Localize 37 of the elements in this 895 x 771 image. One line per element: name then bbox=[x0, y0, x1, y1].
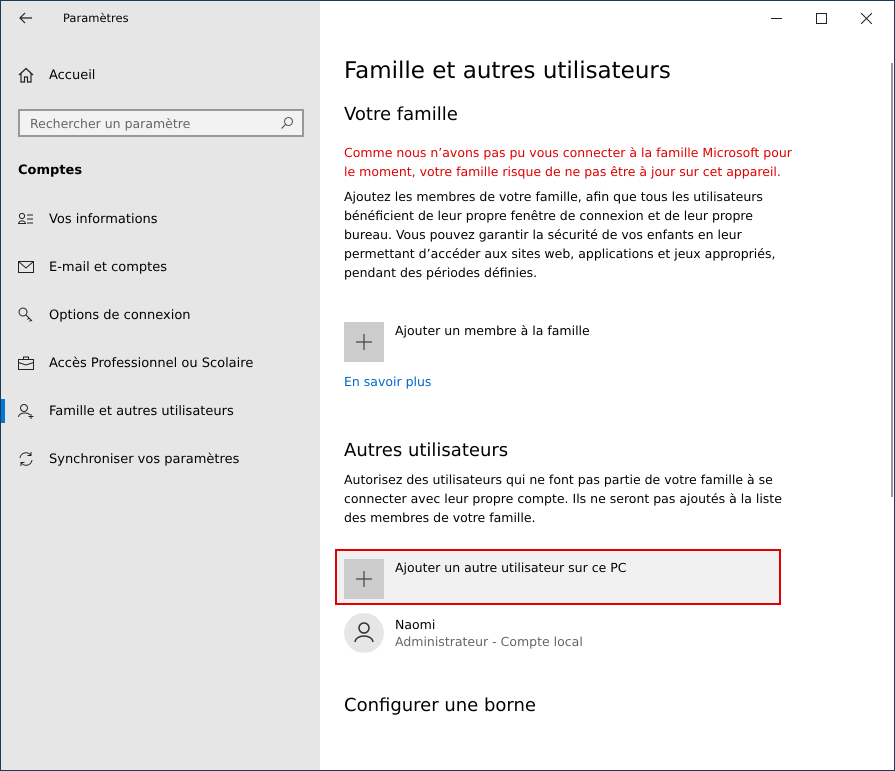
home-nav-item[interactable]: Accueil bbox=[1, 51, 320, 99]
user-name[interactable]: Naomi bbox=[395, 617, 583, 632]
search-field[interactable]: Rechercher un paramètre bbox=[18, 109, 304, 137]
person-list-icon bbox=[18, 212, 34, 226]
section-heading: Autres utilisateurs bbox=[344, 439, 510, 463]
add-user-button[interactable]: Ajouter un autre utilisateur sur ce PC bbox=[335, 549, 781, 605]
section-heading: Comptes bbox=[17, 162, 84, 180]
mail-icon bbox=[18, 261, 34, 273]
section-heading: Configurer une borne bbox=[344, 694, 537, 718]
person-add-icon bbox=[18, 403, 34, 419]
close-icon[interactable] bbox=[861, 12, 872, 24]
nav-item[interactable]: Synchroniser vos paramètres bbox=[1, 435, 320, 483]
search-icon bbox=[280, 116, 294, 130]
briefcase-icon bbox=[18, 356, 34, 370]
nav-item[interactable]: Famille et autres utilisateurs bbox=[1, 387, 320, 435]
plus-icon bbox=[344, 559, 384, 599]
maximize-icon[interactable] bbox=[816, 12, 827, 24]
nav-item[interactable]: Accès Professionnel ou Scolaire bbox=[1, 339, 320, 387]
nav-item[interactable]: Vos informations bbox=[1, 195, 320, 243]
scrollbar[interactable] bbox=[891, 63, 893, 497]
window-title: Paramètres bbox=[63, 11, 129, 25]
home-icon bbox=[18, 67, 34, 83]
learn-more-link[interactable]: En savoir plus bbox=[344, 374, 432, 389]
nav-item[interactable]: E-mail et comptes bbox=[1, 243, 320, 291]
add-member-button[interactable]: Ajouter un membre à la famille bbox=[335, 312, 781, 368]
back-arrow-icon[interactable] bbox=[19, 12, 33, 24]
user-detail: Administrateur - Compte local bbox=[395, 634, 583, 649]
key-icon bbox=[18, 307, 34, 323]
avatar-icon bbox=[344, 613, 384, 653]
plus-icon bbox=[344, 322, 384, 362]
description-text: Ajoutez les membres de votre famille, afin que tous les utilisateurs bénéficient de leur propre fenêtre de connexion et de leur propre bureau. Vous pouvez garantir la sécurité de vos enfants en leur permettant d’accéder aux sites web, applications et jeux appropriés, pendant des périodes définies. bbox=[344, 188, 776, 282]
sync-icon bbox=[18, 451, 34, 467]
warning-text: Comme nous n’avons pas pu vous connecter à la famille Microsoft pour le moment, votre famille risque de ne pas être à jour sur cet appareil. bbox=[344, 144, 793, 181]
section-heading: Votre famille bbox=[344, 103, 459, 127]
description-text: Autorisez des utilisateurs qui ne font pas partie de votre famille à se connecter avec leur propre compte. Ils ne seront pas ajoutés à la liste des membres de votre famille. bbox=[344, 471, 783, 527]
page-title: Famille et autres utilisateurs bbox=[344, 57, 672, 86]
nav-item[interactable]: Options de connexion bbox=[1, 291, 320, 339]
